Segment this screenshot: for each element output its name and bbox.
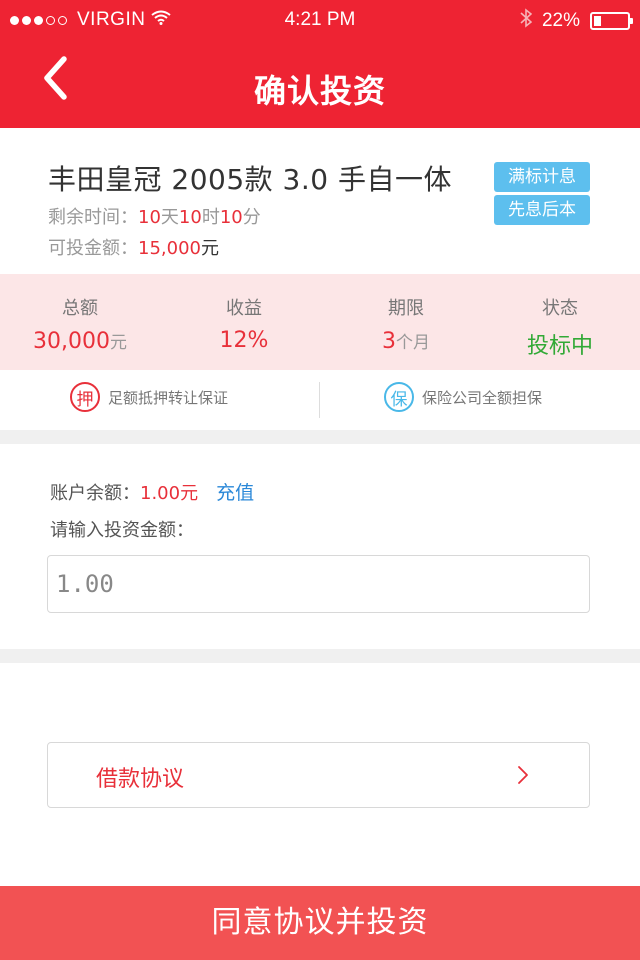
bluetooth-icon xyxy=(520,8,533,34)
divider xyxy=(319,382,320,418)
guarantee-insurance: 保 保险公司全额担保 xyxy=(384,382,542,412)
product-title: 丰田皇冠 2005款 3.0 手自一体 xyxy=(48,163,452,196)
agree-and-invest-button[interactable]: 同意协议并投资 xyxy=(0,886,640,960)
investable-unit: 元 xyxy=(200,238,219,259)
remaining-hours: 10 xyxy=(178,207,202,228)
status-value: 投标中 xyxy=(526,334,593,359)
amount-prompt: 请输入投资金额： xyxy=(50,520,194,541)
status-bar: VIRGIN 4:21 PM 22% xyxy=(0,0,640,40)
chevron-right-icon xyxy=(517,765,529,789)
loan-stats: 总额 30,000元 收益 12% 期限 3个月 状态 投标中 xyxy=(0,274,640,370)
guarantee-collateral: 押 足额抵押转让保证 xyxy=(70,382,228,412)
page-title: 确认投资 xyxy=(253,72,386,110)
remaining-time-label: 剩余时间： xyxy=(48,207,138,228)
remaining-time: 剩余时间：10天10时10分 xyxy=(48,203,261,229)
stat-label: 状态 xyxy=(542,298,578,319)
tag-interest-first[interactable]: 先息后本 xyxy=(494,195,590,225)
stat-value: 3个月 xyxy=(326,328,486,354)
stat-label: 收益 xyxy=(226,298,262,319)
balance-row: 账户余额：1.00元 充值 xyxy=(50,478,254,505)
section-separator xyxy=(0,430,640,444)
stat-label: 期限 xyxy=(388,298,424,319)
remaining-minutes: 10 xyxy=(219,207,243,228)
term-value: 3 xyxy=(382,329,396,354)
account-section: 账户余额：1.00元 充值 请输入投资金额： xyxy=(0,444,640,649)
agreement-label: 借款协议 xyxy=(96,767,185,792)
product-tags: 满标计息 先息后本 xyxy=(494,162,590,228)
battery-level xyxy=(594,16,601,26)
status-right: 22% xyxy=(520,8,633,34)
guarantees: 押 足额抵押转让保证 保 保险公司全额担保 xyxy=(0,370,640,430)
investable-value: 15,000 xyxy=(138,238,201,259)
total-amount: 30,000 xyxy=(33,329,110,354)
balance-amount: 1.00元 xyxy=(140,483,199,504)
total-unit: 元 xyxy=(109,333,127,353)
section-separator xyxy=(0,649,640,663)
header: VIRGIN 4:21 PM 22% 确认投资 xyxy=(0,0,640,128)
loan-agreement-link[interactable]: 借款协议 xyxy=(47,742,590,808)
remaining-days: 10 xyxy=(138,207,161,228)
insurance-icon: 保 xyxy=(384,382,414,412)
guarantee-text: 保险公司全额担保 xyxy=(422,388,543,407)
product-summary: 丰田皇冠 2005款 3.0 手自一体 剩余时间：10天10时10分 可投金额：… xyxy=(0,128,640,274)
investable-label: 可投金额： xyxy=(48,238,138,259)
tag-interest-on-full[interactable]: 满标计息 xyxy=(494,162,590,192)
minute-unit: 分 xyxy=(242,207,261,228)
collateral-icon: 押 xyxy=(70,382,100,412)
return-rate: 12% xyxy=(219,328,269,353)
stat-value: 12% xyxy=(164,328,324,353)
battery-icon xyxy=(590,12,633,30)
investable-amount: 可投金额：15,000元 xyxy=(48,234,219,260)
recharge-link[interactable]: 充值 xyxy=(216,482,254,504)
investment-amount-input[interactable] xyxy=(47,555,590,613)
term-unit: 个月 xyxy=(396,333,430,353)
guarantee-text: 足额抵押转让保证 xyxy=(108,388,229,407)
stat-label: 总额 xyxy=(62,298,98,319)
hour-unit: 时 xyxy=(201,207,220,228)
stat-value: 30,000元 xyxy=(0,328,160,354)
day-unit: 天 xyxy=(160,207,179,228)
battery-percent: 22% xyxy=(541,10,580,31)
balance-label: 账户余额： xyxy=(50,483,140,504)
